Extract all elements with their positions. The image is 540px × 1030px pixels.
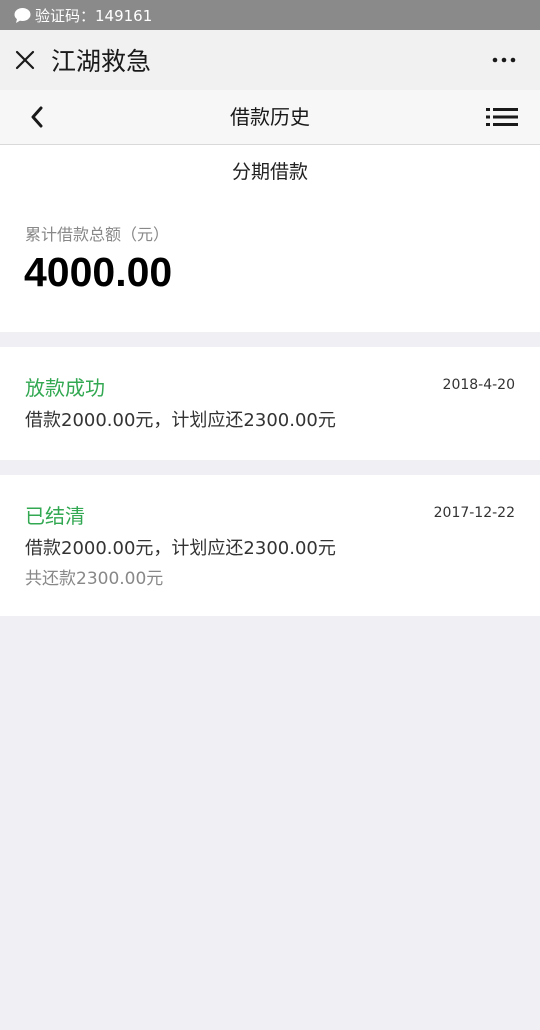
notification-bar[interactable]: 验证码：149161: [0, 0, 540, 30]
record-date: 2018-4-20: [442, 377, 515, 393]
more-dots-icon: [492, 57, 516, 63]
record-status: 放款成功: [25, 376, 105, 400]
total-amount: 4000.00: [24, 249, 173, 295]
nav-bar: 借款历史: [0, 90, 540, 145]
notification-text: 验证码：149161: [35, 6, 153, 25]
loan-summary: 分期借款 累计借款总额（元） 4000.00: [0, 145, 540, 332]
chat-bubble-icon: [14, 7, 31, 24]
page-title: 借款历史: [230, 105, 310, 129]
loan-record[interactable]: 已结清 2017-12-22 借款2000.00元，计划应还2300.00元 共…: [0, 475, 540, 616]
loan-record[interactable]: 放款成功 2018-4-20 借款2000.00元，计划应还2300.00元: [0, 347, 540, 460]
list-menu-icon: [486, 108, 518, 126]
close-button[interactable]: [13, 48, 37, 72]
list-menu-button[interactable]: [486, 107, 518, 127]
title-bar: 江湖救急: [0, 30, 540, 90]
record-detail: 借款2000.00元，计划应还2300.00元: [25, 410, 336, 431]
record-detail: 借款2000.00元，计划应还2300.00元: [25, 538, 336, 559]
chevron-left-icon: [31, 106, 43, 128]
record-date: 2017-12-22: [433, 505, 515, 521]
back-button[interactable]: [26, 105, 48, 129]
more-button[interactable]: [492, 48, 516, 72]
record-repaid: 共还款2300.00元: [25, 569, 164, 589]
app-title: 江湖救急: [51, 47, 152, 76]
close-icon: [15, 50, 35, 70]
record-status: 已结清: [25, 504, 85, 528]
summary-label: 累计借款总额（元）: [25, 225, 170, 244]
summary-title: 分期借款: [231, 161, 308, 183]
